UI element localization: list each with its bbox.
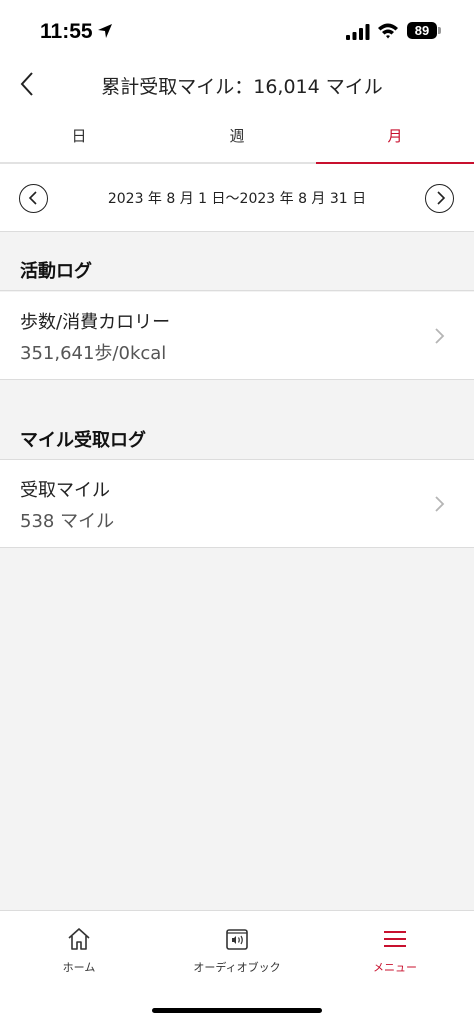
date-navigator: 2023 年 8 月 1 日〜2023 年 8 月 31 日: [0, 164, 474, 232]
battery-tip: [438, 27, 441, 34]
row-title: 受取マイル: [20, 480, 110, 501]
wifi-icon: [378, 23, 398, 39]
row-value: 538 マイル: [20, 511, 115, 532]
bottom-navigation: ホーム オーディオブック メニュー: [0, 910, 474, 1024]
status-bar: 11:55 89: [0, 0, 474, 62]
nav-audiobook-label: オーディオブック: [193, 961, 281, 974]
steps-calories-row[interactable]: 歩数/消費カロリー 351,641歩/0kcal: [0, 292, 474, 380]
date-range-label: 2023 年 8 月 1 日〜2023 年 8 月 31 日: [107, 191, 367, 207]
nav-menu[interactable]: メニュー: [316, 925, 474, 975]
nav-header: 累計受取マイル：16,014 マイル: [0, 62, 474, 108]
home-indicator[interactable]: [152, 1008, 322, 1013]
hamburger-menu-icon: [384, 931, 406, 947]
nav-audiobook[interactable]: オーディオブック: [158, 925, 316, 975]
received-miles-row[interactable]: 受取マイル 538 マイル: [0, 460, 474, 548]
nav-menu-label: メニュー: [373, 961, 417, 974]
miles-log-section-header: マイル受取ログ: [0, 402, 474, 460]
chevron-right-icon: [437, 191, 446, 205]
row-value: 351,641歩/0kcal: [20, 343, 167, 364]
tab-day[interactable]: 日: [0, 108, 158, 164]
page-title: 累計受取マイル：16,014 マイル: [101, 76, 383, 98]
nav-home-label: ホーム: [62, 961, 96, 974]
tab-month[interactable]: 月: [316, 108, 474, 164]
row-title: 歩数/消費カロリー: [20, 312, 171, 333]
period-tabs: 日 週 月: [0, 108, 474, 164]
battery-icon: 89: [407, 22, 437, 39]
nav-home[interactable]: ホーム: [0, 925, 158, 975]
section-title: マイル受取ログ: [20, 430, 146, 451]
audiobook-icon: [226, 929, 248, 950]
section-title: 活動ログ: [20, 261, 92, 282]
home-icon: [68, 928, 90, 950]
status-time: 11:55: [40, 20, 93, 43]
tab-week[interactable]: 週: [158, 108, 316, 164]
chevron-right-icon: [435, 496, 445, 512]
location-arrow-icon: [98, 24, 112, 38]
chevron-right-icon: [435, 328, 445, 344]
cellular-signal-icon: [346, 24, 370, 40]
activity-log-section-header: 活動ログ: [0, 233, 474, 291]
next-month-button[interactable]: [425, 184, 454, 213]
